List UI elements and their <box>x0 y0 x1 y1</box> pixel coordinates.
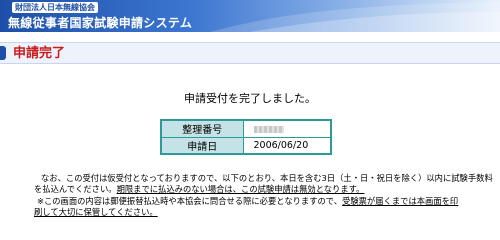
header-decoration <box>210 2 500 32</box>
note-text: を払込んでください。 <box>34 184 117 194</box>
system-title: 無線従事者国家試験申請システム <box>8 16 193 30</box>
app-header: 財団法人日本無線協会 無線従事者国家試験申請システム <box>0 0 500 32</box>
reference-number-value <box>242 119 332 138</box>
organization-name: 財団法人日本無線協会 <box>12 2 98 13</box>
application-date-label: 申請日 <box>160 136 244 155</box>
title-marker-icon <box>0 46 6 60</box>
page-title: 申請完了 <box>13 46 66 61</box>
table-row: 申請日 2006/06/20 <box>160 136 332 155</box>
application-info-table: 整理番号 申請日 2006/06/20 <box>160 119 332 155</box>
note-text: ※この画面の内容は郵便振替払込時や本協会に問合せる際に必要となりますので、 <box>37 196 343 206</box>
note-deadline-warning: 期限までに払込みのない場合は、この試験申請は無効となります。 <box>116 184 365 194</box>
note-print-warning: 受験票が届くまでは本画面を印 <box>342 196 459 206</box>
note-line: なお、この受付は仮受付となっておりますので、以下のとおり、本日を含む3日（土・日… <box>41 173 493 183</box>
page-title-bar: 申請完了 <box>0 42 500 64</box>
note-line: を払込んでください。期限までに払込みのない場合は、この試験申請は無効となります。 <box>34 184 364 195</box>
table-row: 整理番号 <box>160 119 332 138</box>
reference-number-label: 整理番号 <box>160 119 244 138</box>
note-line: 刷して大切に保管してください。 <box>34 207 158 217</box>
redacted-value <box>253 125 284 133</box>
application-date-value: 2006/06/20 <box>242 136 332 155</box>
completion-message: 申請受付を完了しました。 <box>184 92 316 105</box>
note-line: ※この画面の内容は郵便振替払込時や本協会に問合せる際に必要となりますので、受験票… <box>37 196 458 207</box>
